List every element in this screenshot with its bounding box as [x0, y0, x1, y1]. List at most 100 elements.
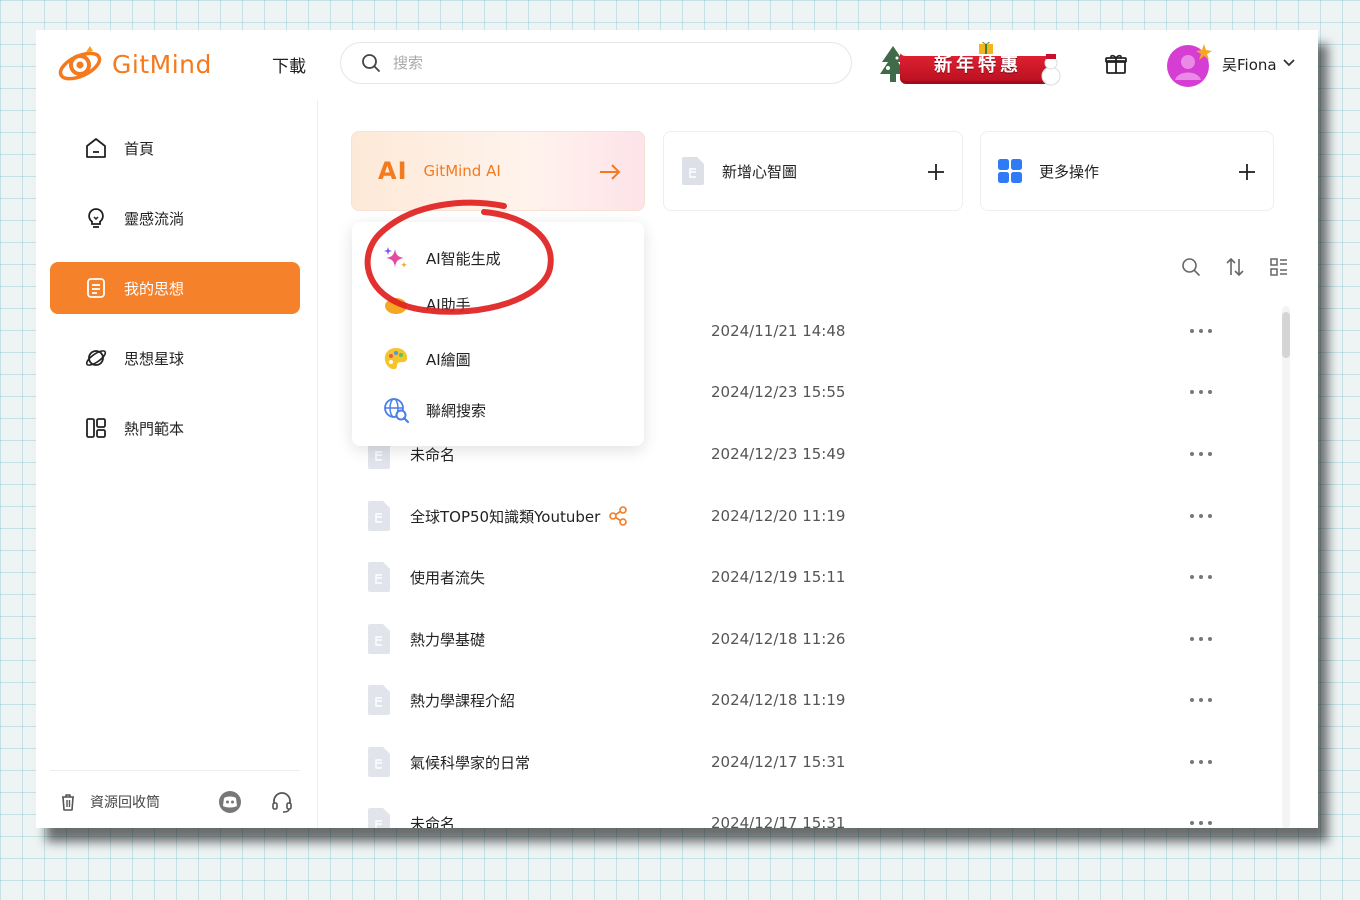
table-row[interactable]: 全球TOP50知識類Youtuber 2024/12/20 11:19	[366, 496, 1246, 536]
chevron-down-icon[interactable]	[1282, 56, 1296, 70]
file-icon	[682, 157, 704, 185]
gitmind-ai-card[interactable]: AI GitMind AI	[351, 131, 645, 211]
document-icon	[87, 278, 105, 298]
more-options-icon[interactable]	[1188, 387, 1214, 397]
sidebar-item-label: 靈感流淌	[124, 209, 185, 228]
download-link[interactable]: 下載	[272, 52, 306, 77]
mindmap-file-icon	[368, 685, 390, 715]
mindmap-file-icon	[368, 747, 390, 777]
file-name: 未命名	[410, 445, 456, 464]
gitmind-logo-icon	[58, 46, 102, 81]
mindmap-file-icon	[368, 562, 390, 592]
template-icon	[86, 418, 106, 438]
file-name: 熱力學基礎	[410, 630, 486, 649]
ai-logo-icon: AI	[378, 157, 408, 185]
file-date: 2024/12/18 11:19	[711, 691, 846, 709]
search-icon	[362, 54, 380, 72]
scrollbar-thumb[interactable]	[1282, 312, 1290, 358]
sidebar-item-planet[interactable]: 思想星球	[50, 332, 300, 384]
sidebar-item-my-mindmaps[interactable]: 我的思想	[50, 262, 300, 314]
table-row[interactable]: 氣候科學家的日常 2024/12/17 15:31	[366, 742, 1246, 782]
sidebar: 首頁 靈感流淌 我的思想 思想星球 熱門範本 資源回收筒	[36, 100, 318, 828]
menu-item-ai-assistant[interactable]: AI助手	[382, 292, 471, 316]
list-search-icon[interactable]	[1180, 256, 1202, 278]
more-actions-card[interactable]: 更多操作	[980, 131, 1274, 211]
sort-icon[interactable]	[1224, 256, 1246, 278]
sidebar-item-home[interactable]: 首頁	[50, 122, 300, 174]
search-input[interactable]	[393, 54, 813, 72]
mindmap-file-icon	[368, 624, 390, 654]
sidebar-item-templates[interactable]: 熱門範本	[50, 402, 300, 454]
sparkle-icon	[384, 247, 407, 268]
recycle-bin-button[interactable]: 資源回收筒	[58, 792, 160, 812]
search-box[interactable]	[340, 42, 852, 84]
logo[interactable]: GitMind	[56, 44, 212, 84]
file-date: 2024/12/19 15:11	[711, 568, 846, 586]
user-name[interactable]: 吴Fiona	[1222, 54, 1277, 75]
more-options-icon[interactable]	[1188, 326, 1214, 336]
more-options-icon[interactable]	[1188, 634, 1214, 644]
new-year-promo-banner[interactable]: 新年特惠	[878, 40, 1062, 88]
table-row[interactable]: 熱力學基礎 2024/12/18 11:26	[366, 619, 1246, 659]
gift-icon[interactable]	[1104, 52, 1128, 76]
file-date: 2024/12/17 15:31	[711, 753, 846, 771]
headset-icon[interactable]	[270, 790, 294, 814]
file-date: 2024/12/18 11:26	[711, 630, 846, 648]
more-actions-label: 更多操作	[1039, 162, 1100, 181]
menu-item-web-search[interactable]: 聯網搜索	[382, 394, 486, 426]
mindmap-file-icon	[368, 501, 390, 531]
lightbulb-icon	[88, 208, 104, 228]
grid-apps-icon	[998, 159, 1022, 183]
sidebar-item-inspiration[interactable]: 靈感流淌	[50, 192, 300, 244]
discord-icon[interactable]	[218, 790, 242, 814]
sidebar-item-label: 熱門範本	[124, 419, 185, 438]
file-name: 熱力學課程介紹	[410, 691, 516, 710]
planet-icon	[85, 350, 107, 366]
top-bar: GitMind 下載 新年特惠	[36, 30, 1318, 100]
file-date: 2024/12/17 15:31	[711, 814, 846, 828]
plus-icon	[1239, 164, 1255, 180]
mindmap-file-icon	[368, 808, 390, 828]
menu-item-label: AI智能生成	[426, 249, 501, 268]
more-options-icon[interactable]	[1188, 818, 1214, 828]
more-options-icon[interactable]	[1188, 511, 1214, 521]
view-toggle-icon[interactable]	[1268, 256, 1290, 278]
share-icon[interactable]	[608, 506, 628, 526]
more-options-icon[interactable]	[1188, 449, 1214, 459]
file-date: 2024/12/23 15:49	[711, 445, 846, 463]
plus-icon	[928, 164, 944, 180]
globe-search-icon	[384, 398, 410, 424]
file-name: 全球TOP50知識類Youtuber	[410, 506, 628, 527]
gitmind-ai-label: GitMind AI	[423, 162, 501, 180]
menu-item-label: 聯網搜索	[426, 401, 487, 420]
new-mindmap-card[interactable]: 新增心智圖	[663, 131, 963, 211]
brand-name: GitMind	[112, 49, 212, 79]
file-date: 2024/12/20 11:19	[711, 507, 846, 525]
menu-item-ai-generate[interactable]: AI智能生成	[382, 242, 501, 274]
home-icon	[86, 138, 106, 158]
ai-dropdown-menu: AI智能生成 AI助手 AI繪圖 聯網搜索	[352, 222, 644, 446]
more-options-icon[interactable]	[1188, 572, 1214, 582]
snowman-icon	[1041, 54, 1061, 86]
menu-item-label: AI繪圖	[426, 350, 471, 369]
recycle-bin-label: 資源回收筒	[90, 795, 160, 811]
sidebar-item-label: 首頁	[124, 139, 155, 158]
menu-item-ai-drawing[interactable]: AI繪圖	[382, 343, 471, 375]
table-row[interactable]: 使用者流失 2024/12/19 15:11	[366, 557, 1246, 597]
arrow-right-icon	[600, 164, 621, 180]
palette-icon	[384, 348, 408, 370]
more-options-icon[interactable]	[1188, 757, 1214, 767]
trash-icon	[62, 794, 74, 811]
new-mindmap-label: 新增心智圖	[722, 162, 798, 181]
file-date: 2024/12/23 15:55	[711, 383, 846, 401]
avatar[interactable]	[1166, 42, 1212, 88]
file-name: 氣候科學家的日常	[410, 753, 531, 772]
scrollbar-track[interactable]	[1282, 306, 1290, 828]
more-options-icon[interactable]	[1188, 695, 1214, 705]
file-name: 未命名	[410, 814, 456, 829]
sidebar-item-label: 思想星球	[124, 349, 185, 368]
menu-item-label: AI助手	[426, 295, 471, 314]
table-row[interactable]: 熱力學課程介紹 2024/12/18 11:19	[366, 680, 1246, 720]
file-name: 使用者流失	[410, 568, 486, 587]
table-row[interactable]: 未命名 2024/12/17 15:31	[366, 803, 1246, 828]
